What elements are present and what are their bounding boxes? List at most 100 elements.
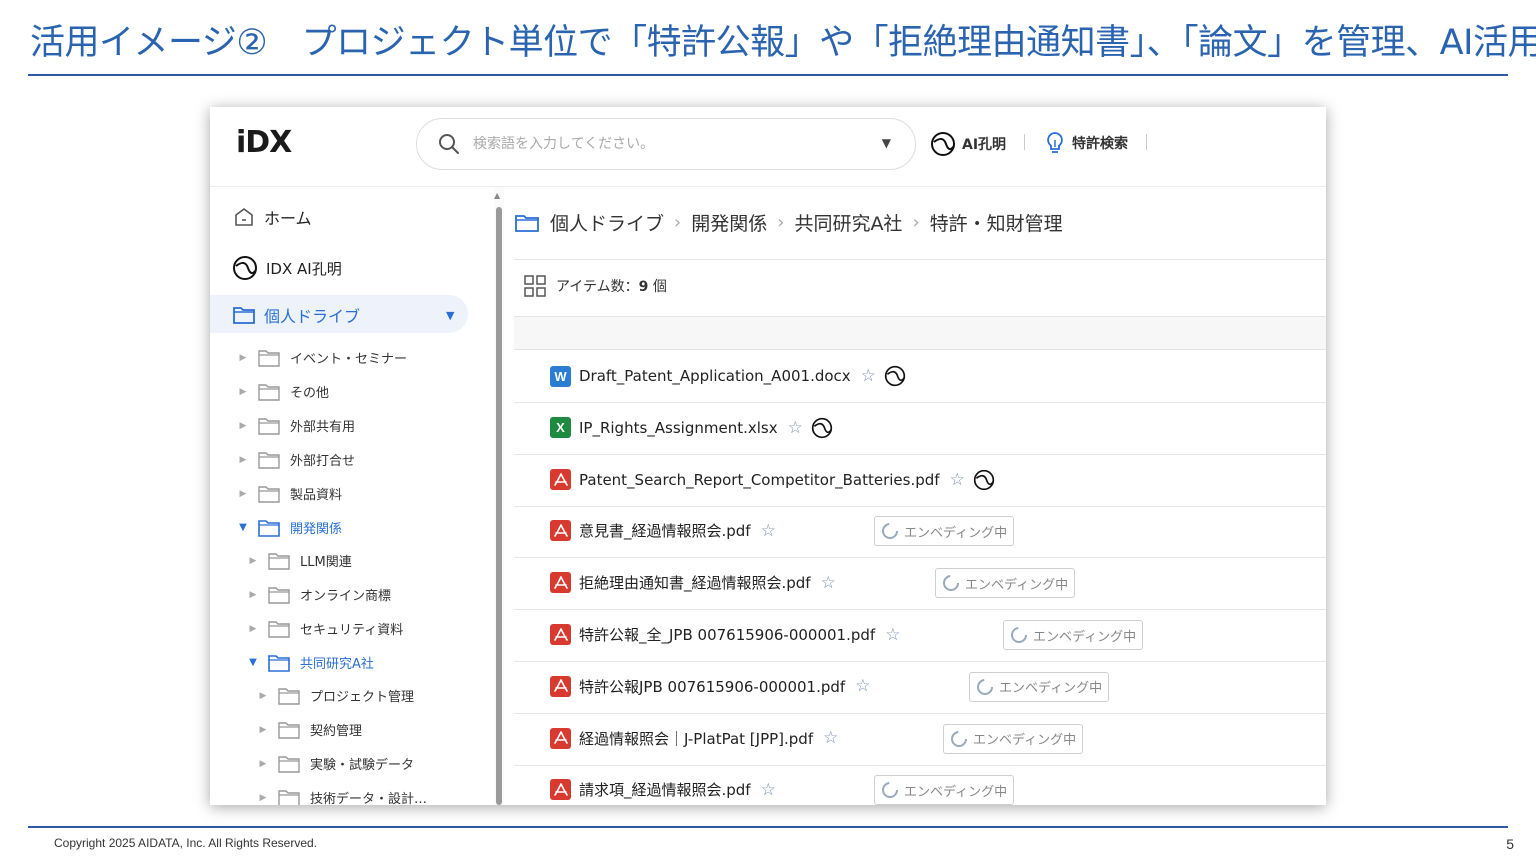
file-entry[interactable]: 請求項_経過情報照会.pdf ☆ [550,779,776,801]
table-row[interactable]: Patent_Search_Report_Competitor_Batterie… [514,455,1326,507]
tree-item[interactable]: ▶ 外部共有用 [238,416,355,435]
chevron-right-icon[interactable]: ▶ [258,793,268,803]
chevron-right-icon[interactable]: ▶ [248,556,258,566]
star-icon[interactable]: ☆ [788,418,803,438]
tree-item[interactable]: ▶ その他 [238,382,329,401]
chevron-right-icon[interactable]: ▶ [238,353,248,363]
sidebar-item-ai-komei[interactable]: IDX AI孔明 [232,255,342,281]
table-row[interactable]: 拒絶理由通知書_経過情報照会.pdf ☆ エンベディング中 [514,558,1326,611]
breadcrumb-item-current[interactable]: 特許・知財管理 [930,209,1063,236]
pdf-file-icon [550,675,571,697]
search-input[interactable] [473,131,853,157]
star-icon[interactable]: ☆ [761,521,776,541]
chevron-right-icon[interactable]: ▶ [258,759,268,769]
pdf-file-icon [550,469,571,491]
breadcrumb-item[interactable]: 共同研究A社 [794,209,902,236]
chevron-right-icon[interactable]: ▶ [238,489,248,499]
chevron-down-icon[interactable]: ▼ [446,309,454,322]
star-icon[interactable]: ☆ [861,366,876,386]
file-entry[interactable]: 特許公報JPB 007615906-000001.pdf ☆ [550,675,870,697]
file-name[interactable]: 拒絶理由通知書_経過情報照会.pdf [579,572,811,593]
chevron-right-icon[interactable]: ▶ [238,421,248,431]
status-badge-label: エンベディング中 [1033,629,1137,645]
breadcrumb-item[interactable]: 個人ドライブ [550,209,664,236]
tree-item[interactable]: ▶ LLM関連 [248,551,352,570]
ai-komei-icon [233,256,257,280]
sidebar-item-personal-drive[interactable]: 個人ドライブ ▼ [232,303,454,327]
file-entry[interactable]: Patent_Search_Report_Competitor_Batterie… [550,469,995,491]
file-entry[interactable]: 経過情報照会｜J-PlatPat [JPP].pdf ☆ [550,727,838,749]
chevron-right-icon[interactable]: ▶ [258,725,268,735]
star-icon[interactable]: ☆ [950,470,965,490]
file-name[interactable]: 請求項_経過情報照会.pdf [579,779,751,800]
table-row[interactable]: W Draft_Patent_Application_A001.docx ☆ [514,351,1326,403]
star-icon[interactable]: ☆ [885,625,900,645]
folder-icon [515,214,539,232]
tree-item[interactable]: ▶ 実験・試験データ [258,754,414,773]
star-icon[interactable]: ☆ [823,728,838,748]
search-dropdown-icon[interactable]: ▼ [882,136,891,150]
grid-icon[interactable] [524,275,546,297]
ai-komei-link[interactable]: AI孔明 [930,131,1006,157]
folder-icon [258,519,280,537]
file-name[interactable]: IP_Rights_Assignment.xlsx [579,419,778,437]
patent-search-label: 特許検索 [1072,136,1128,152]
table-row[interactable]: 特許公報_全_JPB 007615906-000001.pdf ☆ エンベディング中 [514,610,1326,662]
chevron-right-icon[interactable]: ▶ [238,387,248,397]
table-row[interactable]: 請求項_経過情報照会.pdf ☆ エンベディング中 [514,765,1326,805]
tree-item[interactable]: ▶ 製品資料 [238,484,342,503]
folder-icon [268,552,290,570]
table-row[interactable]: X IP_Rights_Assignment.xlsx ☆ [514,403,1326,455]
file-entry[interactable]: W Draft_Patent_Application_A001.docx ☆ [550,365,906,387]
chevron-right-icon[interactable]: ▶ [258,691,268,701]
breadcrumb-item[interactable]: 開発関係 [691,209,767,236]
app-logo[interactable]: iDX [236,125,292,160]
file-name[interactable]: 特許公報_全_JPB 007615906-000001.pdf [579,624,875,645]
tree-item[interactable]: ▶ 外部打合せ [238,450,355,469]
tree-item[interactable]: ▶ プロジェクト管理 [258,686,414,705]
star-icon[interactable]: ☆ [855,676,870,696]
tree-item[interactable]: ▶ オンライン商標 [248,585,391,604]
file-name[interactable]: 経過情報照会｜J-PlatPat [JPP].pdf [579,728,813,749]
file-name[interactable]: Patent_Search_Report_Competitor_Batterie… [579,471,940,489]
search-box[interactable]: ▼ [416,118,916,170]
table-row[interactable]: 特許公報JPB 007615906-000001.pdf ☆ エンベディング中 [514,662,1326,714]
tree-item[interactable]: ▶ 契約管理 [258,720,362,739]
tree-item-label: 開発関係 [290,522,343,537]
file-entry[interactable]: 意見書_経過情報照会.pdf ☆ [550,520,776,542]
file-entry[interactable]: 特許公報_全_JPB 007615906-000001.pdf ☆ [550,624,900,645]
file-name[interactable]: 意見書_経過情報照会.pdf [579,520,751,541]
tree-item[interactable]: ▶ イベント・セミナー [238,348,407,367]
chevron-right-icon[interactable]: ▶ [238,455,248,465]
search-icon[interactable] [437,132,461,160]
tree-item[interactable]: ▶ 技術データ・設計… [258,788,427,805]
star-icon[interactable]: ☆ [761,780,776,800]
tree-item-joint-research[interactable]: ▼ 共同研究A社 [248,653,374,672]
lightbulb-icon [1047,132,1063,153]
file-entry[interactable]: 拒絶理由通知書_経過情報照会.pdf ☆ [550,572,836,594]
file-entry[interactable]: X IP_Rights_Assignment.xlsx ☆ [550,417,833,439]
patent-search-link[interactable]: 特許検索 [1044,131,1128,155]
ai-komei-icon[interactable] [884,365,906,387]
file-name[interactable]: Draft_Patent_Application_A001.docx [579,367,851,385]
tree-item-dev[interactable]: ▼ 開発関係 [238,518,342,537]
chevron-down-icon[interactable]: ▼ [248,657,258,668]
ai-komei-icon[interactable] [973,469,995,491]
chevron-right-icon[interactable]: ▶ [248,624,258,634]
star-icon[interactable]: ☆ [821,573,836,593]
scrollbar-thumb[interactable] [496,207,502,805]
table-row[interactable]: 意見書_経過情報照会.pdf ☆ エンベディング中 [514,506,1326,559]
chevron-down-icon[interactable]: ▼ [238,522,248,533]
folder-icon [258,451,280,469]
item-count: アイテム数：9 個 [524,275,667,297]
status-badge-label: エンベディング中 [965,577,1069,593]
ai-komei-icon[interactable] [811,417,833,439]
sidebar-item-home[interactable]: ホーム [232,205,312,229]
file-name[interactable]: 特許公報JPB 007615906-000001.pdf [579,676,845,697]
chevron-right-icon[interactable]: ▶ [248,590,258,600]
table-row[interactable]: 経過情報照会｜J-PlatPat [JPP].pdf ☆ エンベディング中 [514,714,1326,766]
tree-item-label: LLM関連 [300,555,352,570]
spinner-icon [1011,627,1027,643]
scroll-up-arrow-icon[interactable]: ▲ [494,191,500,200]
tree-item[interactable]: ▶ セキュリティ資料 [248,619,403,638]
